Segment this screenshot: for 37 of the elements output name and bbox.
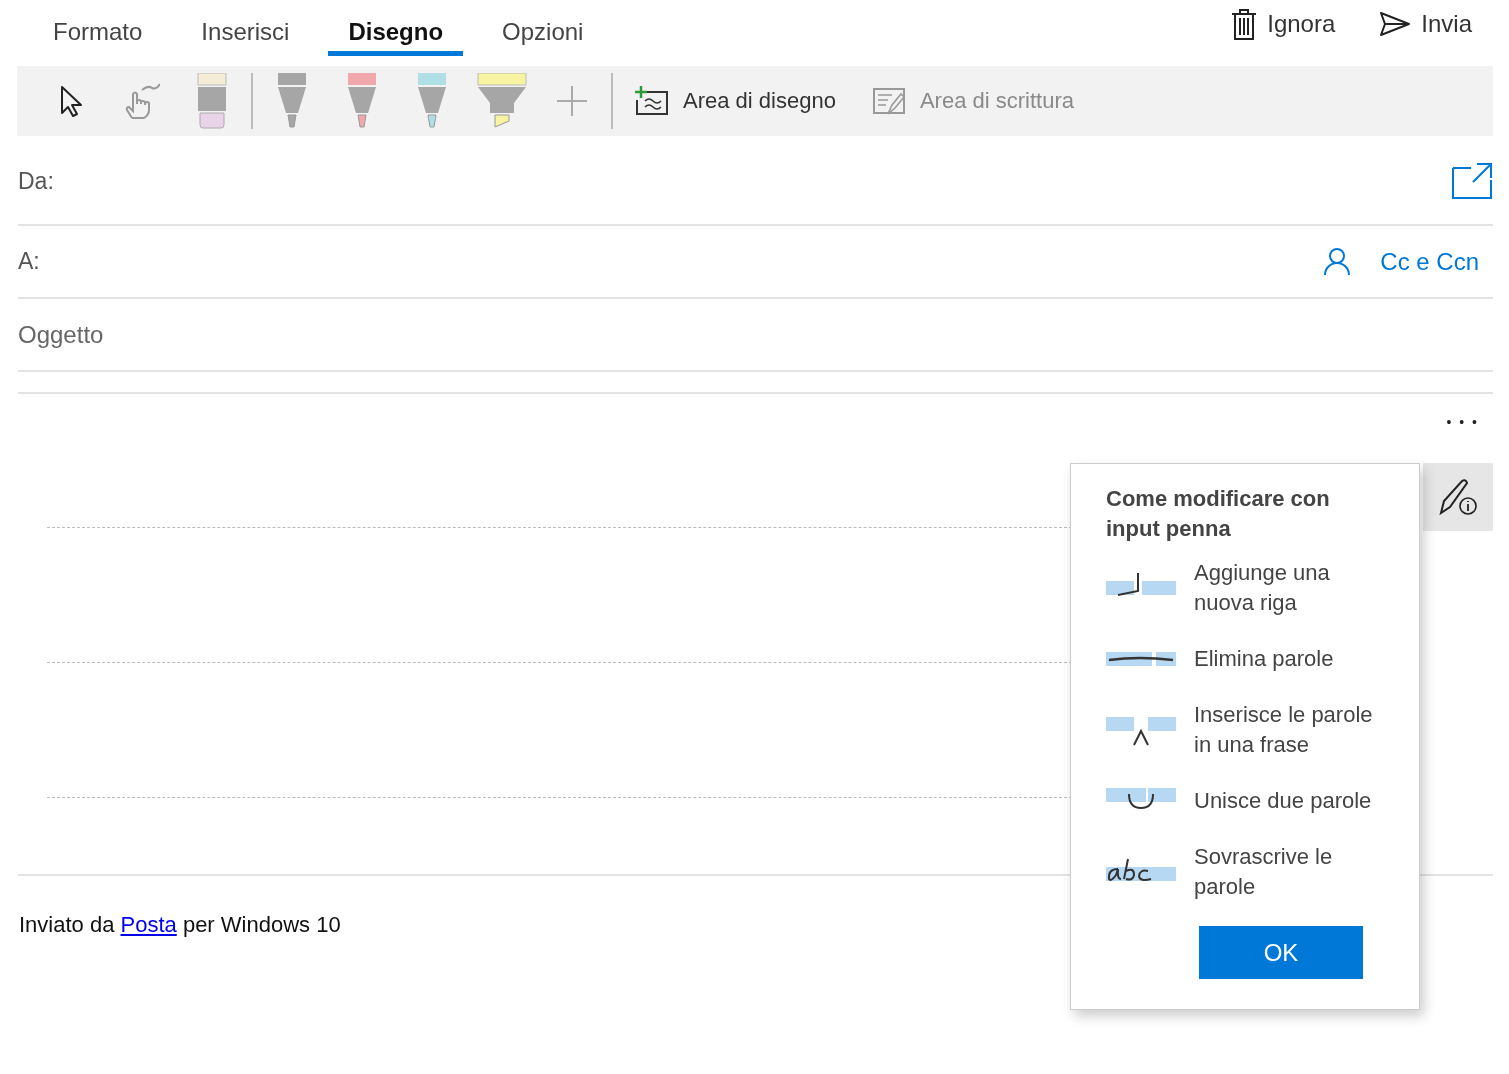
highlighter-icon (477, 73, 527, 129)
subject-field[interactable]: Oggetto (18, 320, 1493, 349)
to-label: A: (18, 248, 41, 275)
gesture-description: Aggiunge una nuova riga (1194, 559, 1331, 617)
signature-text: Inviato da Posta per Windows 10 (19, 912, 342, 938)
person-icon[interactable] (1324, 247, 1351, 276)
writing-canvas-icon (871, 86, 906, 116)
pen-icon (417, 73, 447, 129)
send-button[interactable]: Invia (1369, 0, 1482, 48)
tab[interactable]: Formato (33, 0, 163, 56)
posta-link[interactable]: Posta (120, 912, 177, 937)
pointer-icon (59, 84, 85, 118)
pop-out-icon[interactable] (1451, 162, 1493, 200)
ok-button[interactable]: OK (1199, 926, 1363, 979)
discard-button[interactable]: Ignora (1221, 0, 1346, 48)
drawing-canvas-icon (635, 86, 669, 116)
pen-icon (277, 73, 307, 129)
pen-icon (347, 73, 377, 129)
more-options-button[interactable]: • • • (1446, 414, 1479, 430)
tab[interactable]: Opzioni (482, 0, 604, 56)
popup-title: Come modificare con input penna (1106, 485, 1331, 543)
from-label: Da: (18, 167, 55, 195)
drawing-area-button[interactable]: Area di disegno (617, 86, 854, 116)
touch-hand-icon (124, 82, 160, 120)
cc-bcc-link[interactable]: Cc e Ccn (1380, 247, 1479, 276)
tab[interactable]: Disegno (328, 0, 464, 56)
trash-icon (1231, 8, 1258, 40)
eraser-icon (197, 73, 227, 129)
gesture-description: Inserisce le parole in una frase (1194, 701, 1374, 759)
gesture-description: Sovrascrive le parole (1194, 843, 1334, 901)
pen-info-button[interactable] (1423, 463, 1493, 531)
tab[interactable]: Inserisci (181, 0, 310, 56)
send-icon (1379, 11, 1412, 37)
pen-info-icon (1438, 477, 1478, 517)
gesture-description: Elimina parole (1194, 645, 1335, 673)
gesture-description: Unisce due parole (1194, 787, 1373, 815)
add-icon (556, 85, 588, 117)
